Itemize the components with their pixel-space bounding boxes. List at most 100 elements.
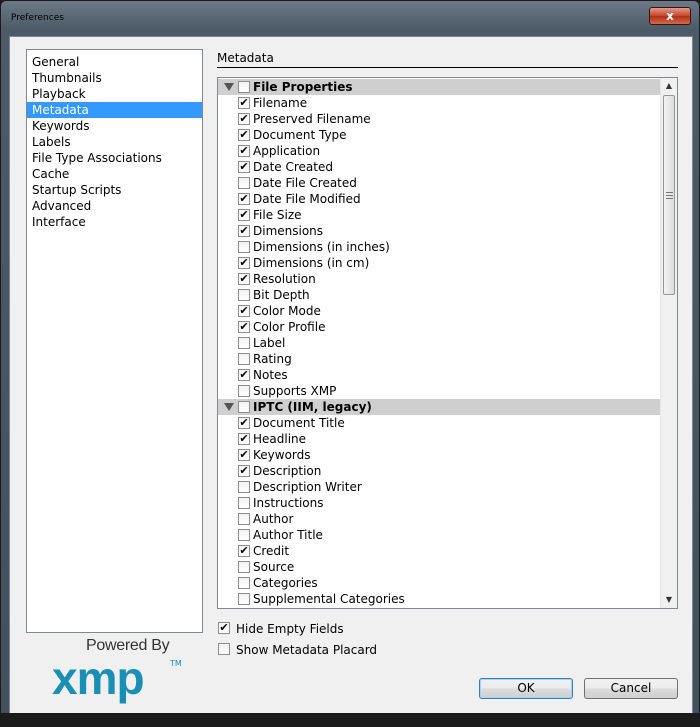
metadata-field-row[interactable]: Label [218,335,661,351]
field-checkbox[interactable] [238,353,250,365]
sidebar-item-cache[interactable]: Cache [27,166,202,182]
metadata-field-row[interactable]: ✔ Credit [218,543,661,559]
metadata-field-row[interactable]: ✔ Date File Modified [218,191,661,207]
sidebar-item-thumbnails[interactable]: Thumbnails [27,70,202,86]
cancel-button[interactable]: Cancel [584,678,678,699]
metadata-field-row[interactable]: Author Title [218,527,661,543]
xmp-wordmark: xmp [52,652,145,704]
metadata-field-row[interactable]: ✔ Dimensions [218,223,661,239]
metadata-field-row[interactable]: Dimensions (in inches) [218,239,661,255]
field-checkbox[interactable] [238,529,250,541]
metadata-field-row[interactable]: ✔ Notes [218,367,661,383]
field-label: Date File Modified [253,192,361,206]
field-label: Dimensions [253,224,324,238]
metadata-field-row[interactable]: ✔ Color Mode [218,303,661,319]
ok-button[interactable]: OK [479,678,573,699]
metadata-field-row[interactable]: ✔ Keywords [218,447,661,463]
field-checkbox[interactable]: ✔ [238,465,250,477]
field-label: Categories [253,576,318,590]
field-label: IPTC (IIM, legacy) [253,400,372,414]
field-checkbox[interactable]: ✔ [238,433,250,445]
close-button[interactable]: x [649,7,691,25]
sidebar-item-keywords[interactable]: Keywords [27,118,202,134]
sidebar-item-startup-scripts[interactable]: Startup Scripts [27,182,202,198]
metadata-field-row[interactable]: ✔ Description [218,463,661,479]
metadata-field-row[interactable]: ✔ Document Title [218,415,661,431]
metadata-field-row[interactable]: Author [218,511,661,527]
title-bar[interactable]: Preferences x [1,1,699,33]
field-label: Color Profile [253,320,326,334]
sidebar-item-labels[interactable]: Labels [27,134,202,150]
field-checkbox[interactable]: ✔ [238,369,250,381]
metadata-field-row[interactable]: ✔ Preserved Filename [218,111,661,127]
metadata-field-row[interactable]: ✔ Color Profile [218,319,661,335]
field-checkbox[interactable] [238,81,250,93]
metadata-field-row[interactable]: ✔ Filename [218,95,661,111]
field-checkbox[interactable] [238,337,250,349]
field-checkbox[interactable] [238,561,250,573]
xmp-logo: Powered By xmp TM [46,637,196,707]
field-label: File Size [253,208,302,222]
field-checkbox[interactable] [238,177,250,189]
scroll-down-icon[interactable]: ▼ [661,592,677,608]
taskbar-strip [0,713,700,727]
field-checkbox[interactable]: ✔ [238,417,250,429]
sidebar-item-general[interactable]: General [27,54,202,70]
metadata-field-row[interactable]: ✔ Dimensions (in cm) [218,255,661,271]
metadata-group-header[interactable]: IPTC (IIM, legacy) [218,399,661,415]
field-checkbox[interactable] [238,497,250,509]
field-checkbox[interactable]: ✔ [238,273,250,285]
metadata-field-row[interactable]: ✔ File Size [218,207,661,223]
field-checkbox[interactable] [238,593,250,605]
field-checkbox[interactable]: ✔ [238,305,250,317]
metadata-group-header[interactable]: File Properties [218,79,661,95]
field-checkbox[interactable]: ✔ [238,209,250,221]
field-checkbox[interactable]: ✔ [238,161,250,173]
metadata-field-row[interactable]: Supports XMP [218,383,661,399]
expand-triangle-icon[interactable] [224,403,234,411]
sidebar-item-metadata[interactable]: Metadata [27,102,202,118]
field-checkbox[interactable]: ✔ [238,225,250,237]
field-label: Bit Depth [253,288,310,302]
sidebar-item-file-type-associations[interactable]: File Type Associations [27,150,202,166]
scroll-thumb[interactable] [663,95,675,295]
field-checkbox[interactable] [238,513,250,525]
field-checkbox[interactable]: ✔ [238,257,250,269]
metadata-field-row[interactable]: Categories [218,575,661,591]
metadata-field-row[interactable]: Date File Created [218,175,661,191]
field-checkbox[interactable] [238,289,250,301]
field-checkbox[interactable] [238,481,250,493]
metadata-field-row[interactable]: Source [218,559,661,575]
close-icon: x [666,9,674,23]
field-checkbox[interactable]: ✔ [238,113,250,125]
field-checkbox[interactable]: ✔ [238,321,250,333]
metadata-field-row[interactable]: ✔ Application [218,143,661,159]
metadata-field-row[interactable]: Rating [218,351,661,367]
field-checkbox[interactable]: ✔ [238,97,250,109]
field-checkbox[interactable]: ✔ [238,193,250,205]
metadata-field-row[interactable]: Instructions [218,495,661,511]
metadata-field-row[interactable]: Supplemental Categories [218,591,661,607]
metadata-field-row[interactable]: ✔ Resolution [218,271,661,287]
field-checkbox[interactable]: ✔ [238,129,250,141]
metadata-field-row[interactable]: ✔ Headline [218,431,661,447]
scroll-up-icon[interactable]: ▲ [661,78,677,94]
metadata-field-row[interactable]: Description Writer [218,479,661,495]
field-checkbox[interactable] [238,401,250,413]
field-checkbox[interactable]: ✔ [238,545,250,557]
field-checkbox[interactable]: ✔ [238,449,250,461]
metadata-field-row[interactable]: ✔ Date Created [218,159,661,175]
hide-empty-fields-checkbox[interactable]: ✔ [218,622,230,634]
sidebar-item-playback[interactable]: Playback [27,86,202,102]
expand-triangle-icon[interactable] [224,83,234,91]
sidebar-item-interface[interactable]: Interface [27,214,202,230]
vertical-scrollbar[interactable]: ▲ ▼ [660,78,677,608]
show-metadata-placard-checkbox[interactable] [218,643,230,655]
sidebar-item-advanced[interactable]: Advanced [27,198,202,214]
field-checkbox[interactable] [238,241,250,253]
field-checkbox[interactable] [238,385,250,397]
metadata-field-row[interactable]: Bit Depth [218,287,661,303]
field-checkbox[interactable]: ✔ [238,145,250,157]
metadata-field-row[interactable]: ✔ Document Type [218,127,661,143]
field-checkbox[interactable] [238,577,250,589]
